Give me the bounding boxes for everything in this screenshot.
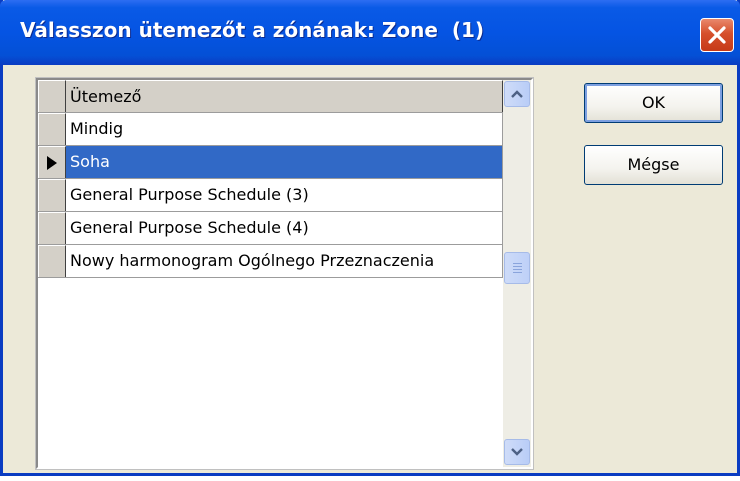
row-indicator[interactable]: [38, 146, 66, 178]
row-indicator[interactable]: [38, 245, 66, 277]
close-button[interactable]: [700, 18, 734, 52]
ok-button[interactable]: OK: [584, 83, 723, 123]
table-row[interactable]: Nowy harmonogram Ogólnego Przeznaczenia: [38, 245, 503, 278]
table-row-selected[interactable]: Soha: [38, 146, 503, 179]
cancel-button[interactable]: Mégse: [584, 145, 723, 185]
window-title: Válasszon ütemezőt a zónának: Zone (1): [20, 18, 485, 42]
title-bar[interactable]: Válasszon ütemezőt a zónának: Zone (1): [0, 0, 740, 65]
row-indicator[interactable]: [38, 113, 66, 145]
schedule-name-cell[interactable]: Mindig: [66, 113, 503, 145]
table-row[interactable]: Mindig: [38, 113, 503, 146]
column-header-utemezo[interactable]: Ütemező: [66, 80, 503, 112]
schedule-grid[interactable]: Ütemező Mindig Soha General Purpose Sche…: [35, 77, 534, 470]
close-icon: [708, 26, 726, 44]
grid-header-row: Ütemező: [38, 80, 503, 113]
header-corner: [38, 80, 66, 112]
table-row[interactable]: General Purpose Schedule (3): [38, 179, 503, 212]
chevron-down-icon: [511, 448, 523, 456]
row-indicator[interactable]: [38, 212, 66, 244]
schedule-name-cell[interactable]: General Purpose Schedule (3): [66, 179, 503, 211]
table-row[interactable]: General Purpose Schedule (4): [38, 212, 503, 245]
schedule-name-cell[interactable]: Nowy harmonogram Ogólnego Przeznaczenia: [66, 245, 503, 277]
schedule-name-cell[interactable]: Soha: [66, 146, 503, 178]
scroll-down-button[interactable]: [504, 439, 530, 465]
scroll-up-button[interactable]: [504, 81, 530, 107]
chevron-up-icon: [511, 90, 523, 98]
row-indicator[interactable]: [38, 179, 66, 211]
current-row-arrow-icon: [47, 156, 57, 170]
dialog-window: Válasszon ütemezőt a zónának: Zone (1) Ü…: [0, 0, 740, 476]
vertical-scrollbar[interactable]: [503, 80, 531, 467]
schedule-name-cell[interactable]: General Purpose Schedule (4): [66, 212, 503, 244]
scroll-thumb[interactable]: [504, 252, 530, 284]
